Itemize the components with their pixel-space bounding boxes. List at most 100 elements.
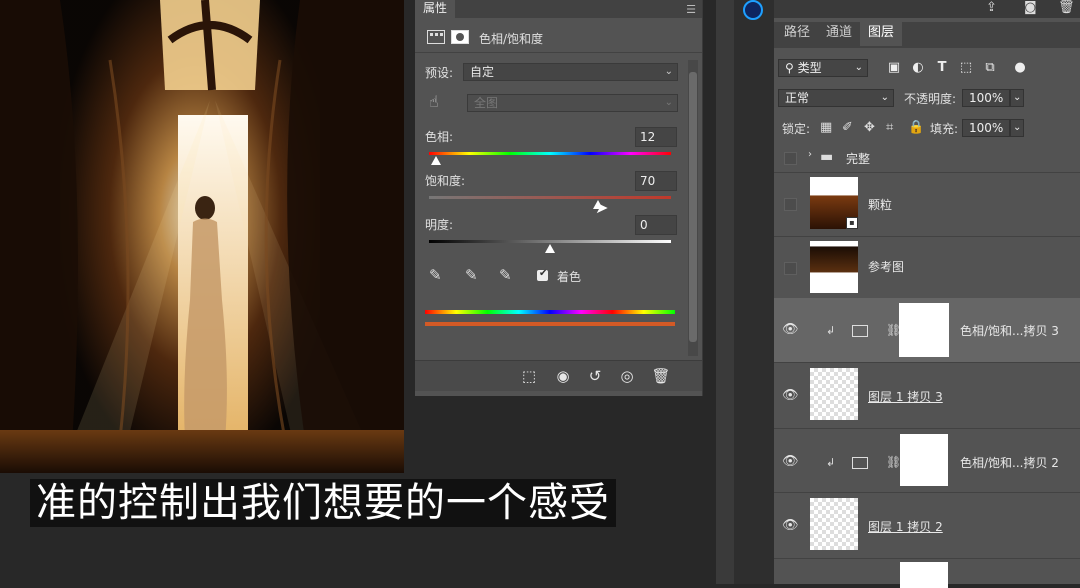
filter-shape-icon[interactable]: ⬚	[958, 60, 974, 76]
layer-row[interactable]: 参考图	[774, 236, 1080, 299]
visibility-toggle[interactable]	[784, 198, 797, 211]
search-icon: ⚲	[785, 61, 798, 75]
fill-input[interactable]: 100%	[962, 119, 1010, 137]
view-previous-icon[interactable]: ◉	[549, 363, 577, 389]
scrollbar-thumb[interactable]	[689, 72, 697, 342]
filter-adjustment-icon[interactable]: ◐	[910, 60, 926, 76]
filter-toggle-icon[interactable]: ●	[1012, 60, 1028, 76]
lightness-slider-thumb[interactable]	[545, 244, 555, 253]
reset-icon[interactable]: ↺	[581, 363, 609, 389]
layers-body: ⚲ 类型 ⌄ ▣ ◐ T ⬚ ⧉ ● 正常 ⌄ 不透明度: 100% ⌄ 锁定:…	[774, 48, 1080, 588]
lock-label: 锁定:	[782, 122, 811, 136]
cursor-icon: ➤	[595, 198, 609, 217]
layer-mask-thumbnail[interactable]	[900, 434, 948, 486]
layer-row[interactable]: › ▬ 完整	[774, 142, 1080, 173]
eyedropper-plus-icon[interactable]: ✎	[465, 266, 478, 284]
adjustment-title: 色相/饱和度	[479, 32, 544, 46]
layer-name[interactable]: 完整	[846, 150, 870, 167]
preset-label: 预设:	[425, 66, 454, 80]
lock-artboard-icon[interactable]: ⌗	[886, 120, 893, 135]
saturation-input[interactable]: 70	[635, 171, 677, 191]
panel-menu-icon[interactable]: ☰	[686, 3, 696, 16]
eye-icon[interactable]: 👁	[782, 454, 799, 469]
tab-properties[interactable]: 属性	[415, 0, 456, 18]
chevron-right-icon[interactable]: ›	[808, 149, 812, 160]
lightness-input[interactable]: 0	[635, 215, 677, 235]
layer-thumbnail	[810, 368, 858, 420]
trash-icon[interactable]: 🗑	[1058, 0, 1075, 15]
layer-row-selected[interactable]: 👁 ↲ ⛓ 色相/饱和...拷贝 3	[774, 298, 1080, 363]
layer-name[interactable]: 图层 1 拷贝 2	[868, 518, 943, 535]
eyedropper-minus-icon[interactable]: ✎	[499, 266, 512, 284]
hue-input[interactable]: 12	[635, 127, 677, 147]
layer-name[interactable]: 色相/饱和...拷贝 2	[960, 454, 1059, 471]
colorize-label: 着色	[557, 270, 582, 284]
clip-arrow-icon: ↲	[826, 456, 836, 469]
lightness-slider[interactable]	[429, 240, 671, 243]
tab-layers[interactable]: 图层	[860, 22, 903, 46]
properties-scrollbar[interactable]	[688, 60, 698, 356]
filter-smart-object-icon[interactable]: ⧉	[982, 60, 998, 76]
layer-row[interactable]: ▪ 颗粒	[774, 172, 1080, 237]
chevron-down-icon: ⌄	[880, 92, 889, 103]
mask-icon[interactable]	[451, 30, 469, 44]
checkmark-icon: ✔	[539, 268, 548, 279]
preset-select[interactable]: 自定 ⌄	[463, 63, 678, 81]
layer-row[interactable]: 👁 ↲ ⛓ 色相/饱和...拷贝 2	[774, 428, 1080, 493]
share-icon[interactable]: ⇪	[986, 0, 997, 15]
layer-row[interactable]: 👁 图层 1 拷贝 2	[774, 492, 1080, 559]
blend-mode-select[interactable]: 正常 ⌄	[778, 89, 894, 107]
saturation-label: 饱和度:	[425, 174, 466, 188]
channel-select[interactable]: 全图 ⌄	[467, 94, 678, 112]
layer-row[interactable]: 👁 图层 1 拷贝 3	[774, 362, 1080, 429]
link-icon[interactable]: ⛓	[886, 455, 901, 469]
eye-icon[interactable]: 👁	[782, 518, 799, 533]
hue-slider-thumb[interactable]	[431, 156, 441, 165]
document-canvas[interactable]	[0, 0, 404, 473]
lock-all-icon[interactable]: 🔒	[908, 120, 924, 135]
visibility-toggle[interactable]	[784, 152, 797, 165]
folder-icon: ▬	[820, 149, 834, 165]
hue-slider[interactable]	[429, 152, 671, 155]
hand-target-icon[interactable]: ☝	[429, 92, 439, 111]
preset-value: 自定	[470, 65, 495, 79]
opacity-input[interactable]: 100%	[962, 89, 1010, 107]
filter-kind-select[interactable]: ⚲ 类型 ⌄	[778, 59, 868, 77]
canvas-image	[0, 0, 404, 473]
filter-pixel-icon[interactable]: ▣	[886, 60, 902, 76]
chevron-down-icon[interactable]: ⌄	[1010, 119, 1024, 137]
colorize-checkbox[interactable]: ✔	[537, 268, 548, 281]
layer-name[interactable]: 颗粒	[868, 196, 892, 213]
adjustment-layer-icon[interactable]	[427, 30, 445, 44]
clip-to-layer-icon[interactable]: ⬚	[515, 363, 543, 389]
input-color-bar	[425, 310, 675, 314]
filter-type-icon[interactable]: T	[934, 60, 950, 76]
divider	[415, 52, 702, 53]
layer-mask-thumbnail[interactable]	[900, 562, 948, 588]
visibility-eye-icon[interactable]: ◎	[613, 363, 641, 389]
layer-name[interactable]: 色相/饱和...拷贝 3	[960, 322, 1059, 339]
layer-mask-thumbnail[interactable]	[899, 303, 949, 357]
filter-kind-value: 类型	[797, 61, 822, 75]
layers-top-toolbar: ⇪ ◙ 🗑	[774, 0, 1080, 18]
visibility-toggle[interactable]	[784, 262, 797, 275]
properties-panel: 属性 ☰ 色相/饱和度 预设: 自定 ⌄ ☝ 全图 ⌄ 色相: 12 饱和度: …	[415, 0, 703, 396]
eyedropper-icon[interactable]: ✎	[429, 266, 442, 284]
trash-icon[interactable]: 🗑	[647, 363, 675, 389]
color-wheel-icon[interactable]	[743, 0, 763, 20]
tab-channels[interactable]: 通道	[818, 22, 860, 46]
lock-move-icon[interactable]: ✥	[864, 120, 875, 135]
lock-transparency-icon[interactable]: ▦	[820, 120, 832, 135]
lock-brush-icon[interactable]: ✐	[842, 120, 853, 135]
chevron-down-icon[interactable]: ⌄	[1010, 89, 1024, 107]
smart-object-icon: ▪	[846, 217, 858, 229]
layer-name[interactable]: 图层 1 拷贝 3	[868, 388, 943, 405]
eye-icon[interactable]: 👁	[782, 322, 799, 337]
camera-icon[interactable]: ◙	[1024, 0, 1037, 15]
layer-name[interactable]: 参考图	[868, 258, 904, 275]
chevron-down-icon: ⌄	[664, 66, 673, 77]
tab-paths[interactable]: 路径	[776, 22, 818, 46]
saturation-slider[interactable]	[429, 196, 671, 199]
link-icon[interactable]: ⛓	[886, 323, 901, 337]
eye-icon[interactable]: 👁	[782, 388, 799, 403]
